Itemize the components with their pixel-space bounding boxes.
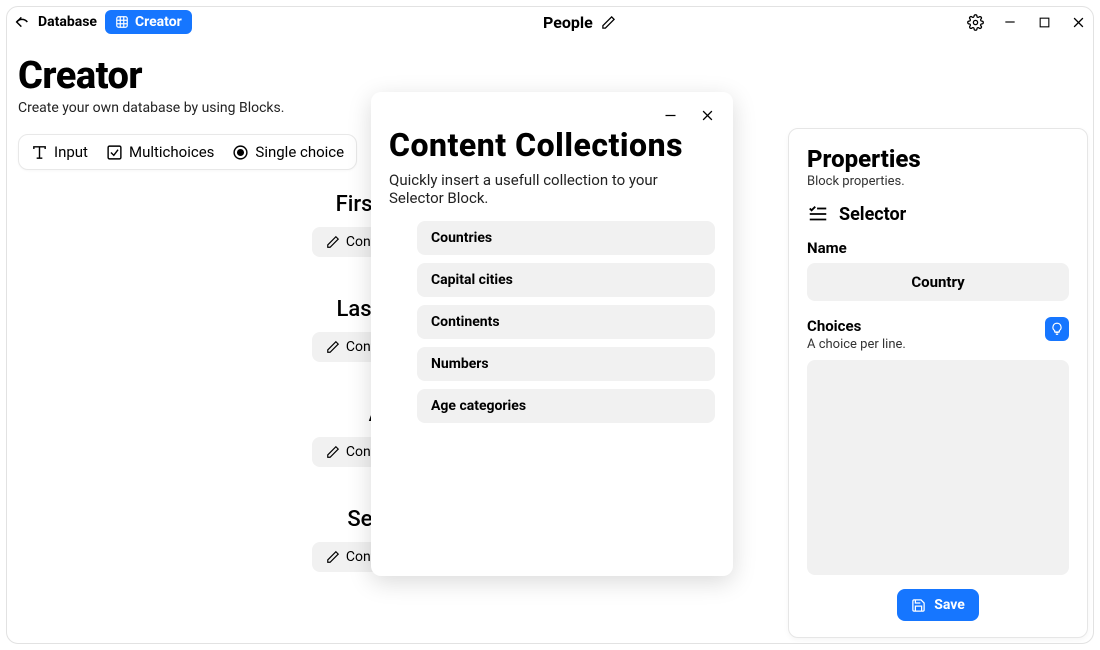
collection-continents[interactable]: Continents [417,305,715,339]
window-close[interactable] [1070,14,1086,30]
save-label: Save [934,597,965,613]
save-button[interactable]: Save [897,589,979,621]
pencil-icon [326,340,340,354]
collection-countries[interactable]: Countries [417,221,715,255]
collection-numbers[interactable]: Numbers [417,347,715,381]
lightbulb-icon [1050,322,1064,336]
doc-title: People [543,13,593,32]
window-maximize[interactable] [1036,14,1052,30]
tool-input-label: Input [54,143,88,161]
collection-capital-cities[interactable]: Capital cities [417,263,715,297]
titlebar: Database Creator People [0,0,1100,44]
tool-single-choice-label: Single choice [255,143,344,161]
tool-single-choice[interactable]: Single choice [232,143,344,161]
pencil-icon [326,550,340,564]
choices-textarea[interactable] [807,360,1069,575]
collections-list: Countries Capital cities Continents Numb… [389,221,715,423]
checkbox-icon [106,144,123,161]
content-collections-modal: Content Collections Quickly insert a use… [371,92,733,576]
pencil-icon [326,445,340,459]
close-icon[interactable] [700,108,715,123]
save-icon [911,598,926,613]
modal-title: Content Collections [389,129,715,163]
panel-block-type: Selector [807,203,1069,225]
pencil-icon[interactable] [601,15,616,30]
panel-title: Properties [807,145,1069,173]
nav-creator[interactable]: Creator [105,10,192,34]
block-toolbar: Input Multichoices Single choice [18,134,357,170]
back-icon[interactable] [14,14,30,30]
choices-label: Choices [807,317,906,335]
tool-multichoices[interactable]: Multichoices [106,143,214,161]
tool-input[interactable]: Input [31,143,88,161]
grid-icon [115,15,129,29]
tool-multichoices-label: Multichoices [129,143,214,161]
name-input[interactable] [807,263,1069,301]
suggestions-button[interactable] [1045,317,1069,341]
panel-subtitle: Block properties. [807,174,1069,189]
radio-icon [232,144,249,161]
modal-subtitle: Quickly insert a usefull collection to y… [389,171,715,207]
panel-type-label: Selector [839,204,906,225]
pencil-icon [326,235,340,249]
gear-icon[interactable] [967,14,984,31]
selector-icon [807,203,829,225]
choices-hint: A choice per line. [807,337,906,352]
window-minimize[interactable] [1002,14,1018,30]
nav-creator-label: Creator [135,14,182,30]
collection-age-categories[interactable]: Age categories [417,389,715,423]
nav-database[interactable]: Database [38,14,97,30]
properties-panel: Properties Block properties. Selector Na… [788,128,1088,638]
text-icon [31,144,48,161]
name-label: Name [807,239,1069,257]
modal-minimize[interactable] [663,108,678,123]
